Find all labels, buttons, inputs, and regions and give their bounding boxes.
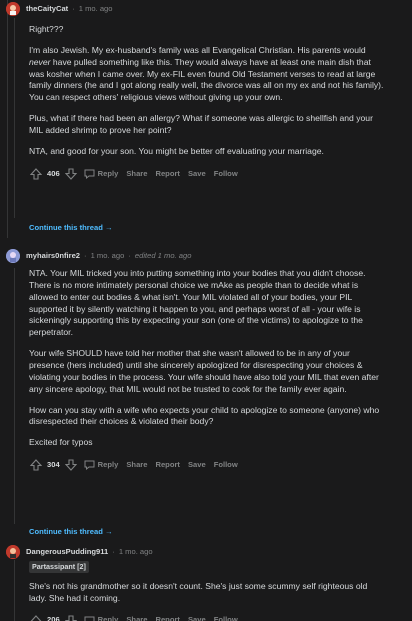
reply-icon (84, 616, 95, 621)
timestamp[interactable]: 1 mo. ago (91, 251, 125, 261)
follow-button[interactable]: Follow (214, 615, 238, 621)
comment-paragraph: Excited for typos (29, 437, 93, 448)
vote-score: 406 (47, 168, 60, 178)
downvote-icon[interactable] (64, 614, 78, 621)
comment-paragraph: I'm also Jewish. My ex-husband's family … (29, 45, 386, 104)
reply-button[interactable]: Reply (84, 168, 119, 179)
save-button[interactable]: Save (188, 460, 206, 470)
comment-actions: 206 Reply Share Report Save Follow (29, 613, 412, 621)
continue-arrow-icon: → (104, 223, 113, 232)
report-button[interactable]: Report (155, 615, 179, 621)
save-button[interactable]: Save (188, 169, 206, 179)
separator: · (84, 250, 87, 260)
continue-label: Continue this thread (29, 527, 103, 536)
continue-label: Continue this thread (29, 223, 103, 232)
author-name[interactable]: myhairs0nfire2 (26, 251, 80, 261)
separator: · (112, 546, 115, 556)
upvote-icon[interactable] (29, 458, 43, 472)
comment-header: myhairs0nfire2 · 1 mo. ago · edited 1 mo… (6, 249, 412, 263)
reply-icon (84, 460, 95, 471)
comment-actions: 304 Reply Share Report Save Follow (29, 457, 412, 473)
user-flair: Partassipant [2] (29, 561, 89, 573)
upvote-icon[interactable] (29, 614, 43, 621)
reply-button[interactable]: Reply (84, 615, 119, 621)
comment-body: She's not his grandmother so it doesn't … (29, 581, 386, 605)
avatar[interactable] (6, 249, 20, 263)
comment-paragraph: Plus, what if there had been an allergy?… (29, 113, 373, 136)
comment-actions: 406 Reply Share Report Save Follow (29, 166, 412, 182)
comment-paragraph: NTA, and good for your son. You might be… (29, 145, 324, 156)
comment-2: myhairs0nfire2 · 1 mo. ago · edited 1 mo… (0, 249, 412, 473)
avatar[interactable] (6, 545, 20, 559)
share-button[interactable]: Share (126, 460, 147, 470)
comment-paragraph: She's not his grandmother so it doesn't … (29, 580, 368, 603)
save-button[interactable]: Save (188, 615, 206, 621)
reply-icon (84, 169, 95, 179)
author-name[interactable]: DangerousPudding911 (26, 547, 108, 557)
reply-label: Reply (97, 459, 119, 469)
comment-body: NTA. Your MIL tricked you into putting s… (29, 268, 386, 449)
comment-paragraph: NTA. Your MIL tricked you into putting s… (29, 268, 366, 338)
comment-body: Right??? I'm also Jewish. My ex-husband'… (29, 24, 386, 158)
separator: · (128, 250, 131, 260)
downvote-icon[interactable] (64, 458, 78, 472)
comment-header: theCaityCat · 1 mo. ago (6, 2, 412, 16)
separator: · (72, 3, 75, 13)
reply-label: Reply (97, 168, 119, 178)
comment-paragraph: How can you stay with a wife who expects… (29, 404, 380, 427)
share-button[interactable]: Share (126, 615, 147, 621)
share-button[interactable]: Share (126, 169, 147, 179)
comment-3: DangerousPudding911 · 1 mo. ago Partassi… (0, 545, 412, 621)
edited-label: edited 1 mo. ago (134, 250, 192, 260)
report-button[interactable]: Report (155, 169, 179, 179)
reply-label: Reply (97, 615, 119, 621)
author-name[interactable]: theCaityCat (26, 4, 68, 14)
continue-arrow-icon: → (104, 527, 113, 536)
downvote-icon[interactable] (64, 167, 78, 181)
follow-button[interactable]: Follow (214, 169, 238, 179)
timestamp[interactable]: 1 mo. ago (79, 4, 113, 14)
timestamp[interactable]: 1 mo. ago (119, 547, 153, 557)
comment-paragraph: Right??? (29, 24, 64, 34)
vote-score: 304 (47, 459, 60, 469)
reply-button[interactable]: Reply (84, 459, 119, 471)
comment-1: theCaityCat · 1 mo. ago Right??? I'm als… (0, 2, 412, 182)
follow-button[interactable]: Follow (214, 460, 238, 470)
upvote-icon[interactable] (29, 167, 43, 181)
comment-header: DangerousPudding911 · 1 mo. ago (6, 545, 412, 559)
emphasis-text: never (29, 56, 51, 67)
continue-thread-link[interactable]: Continue this thread → (29, 527, 113, 537)
text-segment: have pulled something like this. They wo… (29, 56, 384, 103)
report-button[interactable]: Report (155, 460, 179, 470)
continue-thread-link[interactable]: Continue this thread → (29, 223, 113, 233)
comment-paragraph: Your wife SHOULD have told her mother th… (29, 348, 379, 394)
avatar[interactable] (6, 2, 20, 16)
text-segment: I'm also Jewish. My ex-husband's family … (29, 44, 366, 55)
vote-score: 206 (47, 615, 60, 621)
